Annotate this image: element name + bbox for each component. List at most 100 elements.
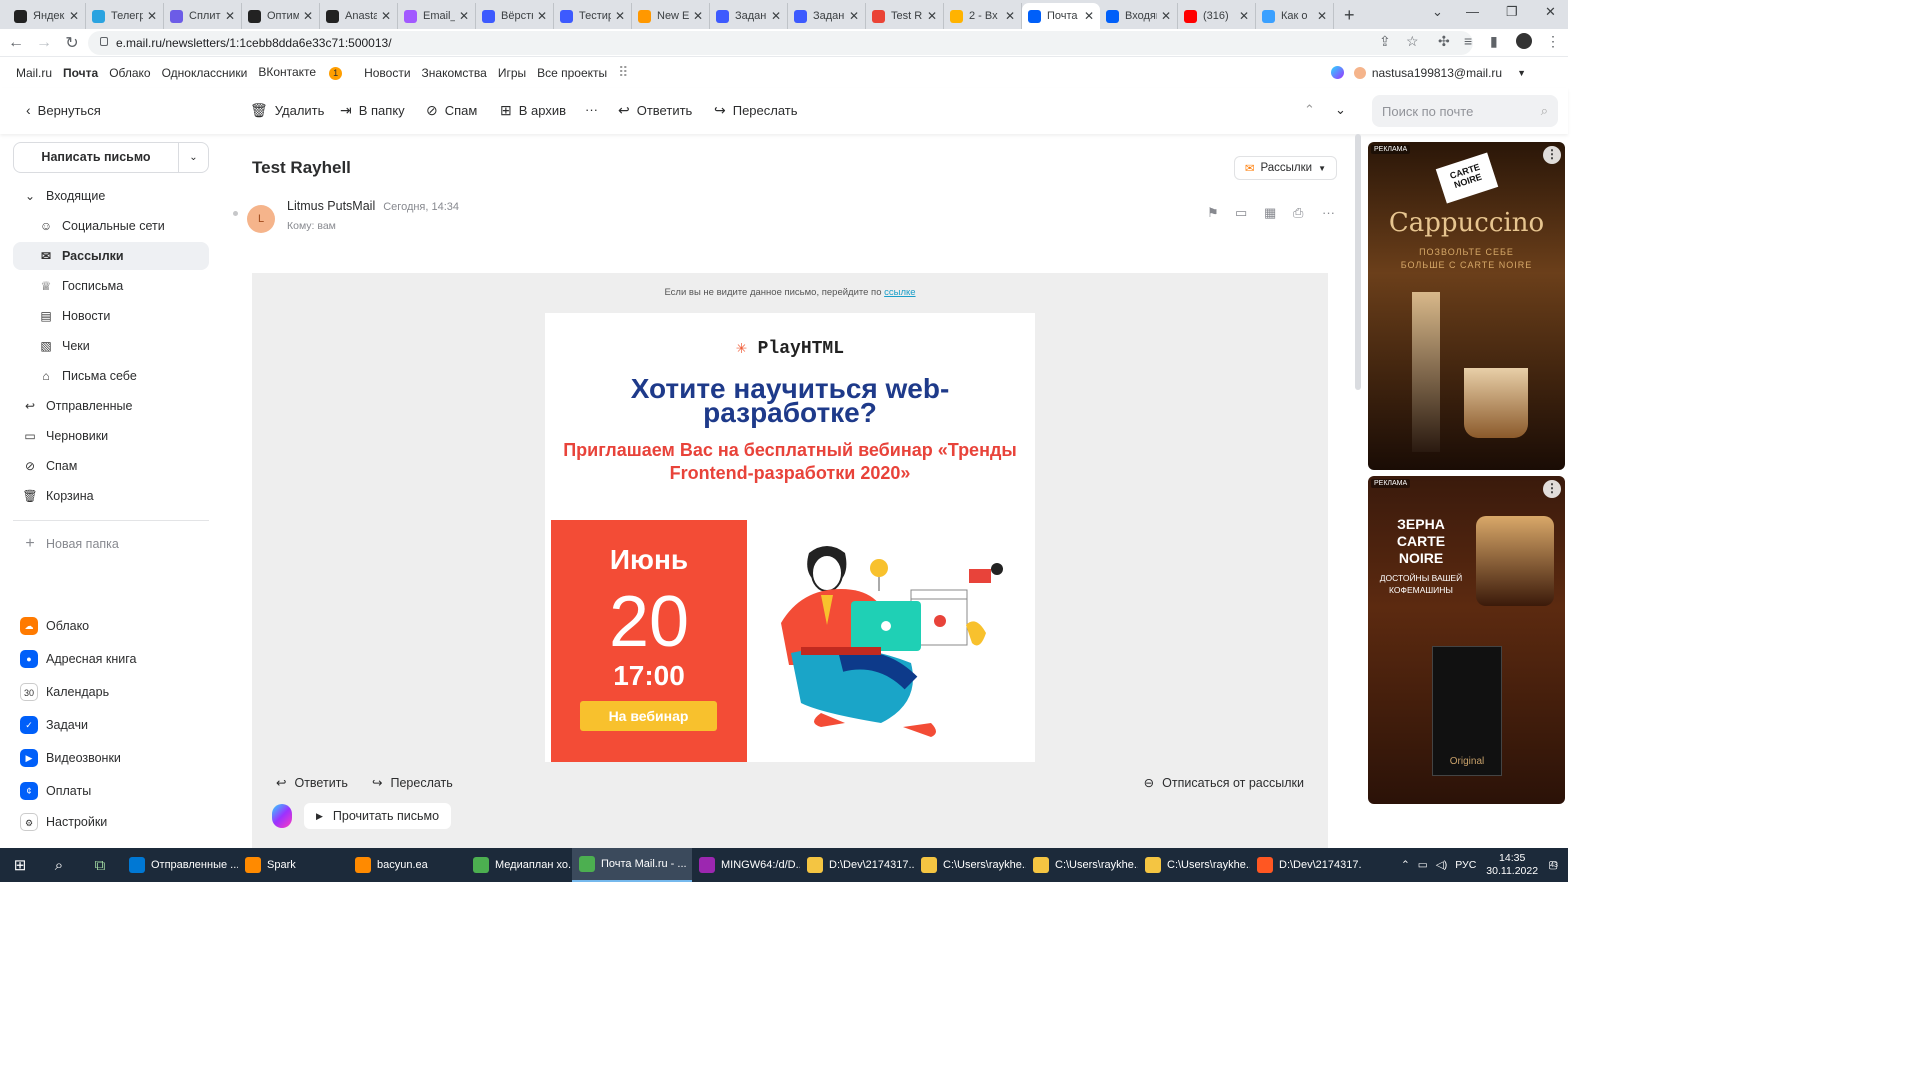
tab-close-icon[interactable]: ✕ [537, 9, 547, 23]
app-link[interactable]: ● Адресная книга [20, 647, 136, 671]
app-link[interactable]: ✓ Задачи [20, 713, 88, 737]
browser-tab[interactable]: Входящие ✕ [1100, 3, 1178, 29]
browser-tab[interactable]: (316) ✕ [1178, 3, 1256, 29]
tab-close-icon[interactable]: ✕ [771, 9, 781, 23]
category-button[interactable]: ✉ Рассылки ▼ [1233, 156, 1337, 180]
next-message-icon[interactable]: ⌄ [1335, 102, 1346, 118]
volume-icon[interactable]: ◁) [1436, 859, 1448, 871]
notifications-icon[interactable]: ▢ 43 [1548, 859, 1558, 871]
portal-link-vk[interactable]: ВКонтакте 1 [258, 65, 353, 80]
taskbar-item[interactable]: C:\Users\raykhe... [914, 848, 1026, 882]
portal-link-news[interactable]: Новости [364, 66, 410, 80]
close-window-icon[interactable]: ✕ [1545, 4, 1556, 20]
search-input[interactable]: Поиск по почте ⌕ [1372, 95, 1558, 127]
app-link[interactable]: ☁ Облако [20, 614, 89, 638]
media-icon[interactable]: ≡ [1464, 33, 1472, 49]
browser-tab[interactable]: Оптимизация ✕ [242, 3, 320, 29]
browser-tab[interactable]: Телеграм ✕ [86, 3, 164, 29]
tab-close-icon[interactable]: ✕ [927, 9, 937, 23]
tab-close-icon[interactable]: ✕ [849, 9, 859, 23]
app-link[interactable]: 30 Календарь [20, 680, 109, 704]
browser-tab[interactable]: 2 - Вх ✕ [944, 3, 1022, 29]
app-link[interactable]: ⚙ Настройки [20, 810, 107, 834]
tab-close-icon[interactable]: ✕ [1161, 9, 1171, 23]
app-link[interactable]: ¢ Оплаты [20, 779, 91, 803]
webinar-cta-button[interactable]: На вебинар [580, 701, 717, 731]
new-tab-button[interactable]: + [1334, 5, 1365, 29]
browser-tab[interactable]: Задание ✕ [788, 3, 866, 29]
browser-tab[interactable]: Вёрстка ✕ [476, 3, 554, 29]
portal-link-games[interactable]: Игры [498, 66, 526, 80]
sender-avatar[interactable]: L [247, 205, 275, 233]
compose-dropdown-icon[interactable]: ⌄ [179, 152, 208, 163]
bookmark-star-icon[interactable]: ☆ [1406, 33, 1419, 50]
task-view-icon[interactable]: ⧉ [78, 857, 122, 874]
portal-link-ok[interactable]: Одноклассники [162, 66, 248, 80]
maximize-icon[interactable]: ❐ [1506, 4, 1518, 20]
taskbar-item[interactable]: C:\Users\raykhe... [1138, 848, 1250, 882]
ad-cappuccino[interactable]: РЕКЛАМА ⋮ CARTE NOIRE Cappuccino ПОЗВОЛЬ… [1368, 142, 1565, 470]
taskbar-item[interactable]: MINGW64:/d/D... [692, 848, 800, 882]
tab-close-icon[interactable]: ✕ [381, 9, 391, 23]
portal-link-cloud[interactable]: Облако [109, 66, 150, 80]
network-icon[interactable]: ▭ [1418, 859, 1428, 871]
compose-button[interactable]: Написать письмо [14, 142, 179, 173]
taskbar-item[interactable]: Почта Mail.ru - ... [572, 848, 692, 882]
move-to-folder-button[interactable]: ⇥ В папку [340, 102, 405, 119]
taskbar-item[interactable]: Spark [238, 848, 348, 882]
browser-tab[interactable]: Как о ✕ [1256, 3, 1334, 29]
calendar-icon[interactable]: ▦ [1264, 205, 1276, 221]
taskbar-item[interactable]: Медиаплан хо... [466, 848, 572, 882]
taskbar-item[interactable]: bacyun.ea [348, 848, 466, 882]
url-field[interactable]: e.mail.ru/newsletters/1:1cebb8dda6e33c71… [88, 31, 1473, 55]
bookmark-icon[interactable]: ⚑ [1207, 205, 1219, 221]
tab-close-icon[interactable]: ✕ [69, 9, 79, 23]
folder-item[interactable]: ▤ Новости [13, 302, 209, 330]
folder-item[interactable]: ♕ Госписьма [13, 272, 209, 300]
profile-avatar[interactable] [1516, 33, 1532, 49]
footer-reply-button[interactable]: ↩ Ответить [276, 775, 348, 791]
tab-close-icon[interactable]: ✕ [459, 9, 469, 23]
taskbar-item[interactable]: D:\Dev\2174317... [1250, 848, 1362, 882]
forward-button[interactable]: ↪ Переслать [714, 102, 798, 119]
tab-close-icon[interactable]: ✕ [1005, 9, 1015, 23]
reply-button[interactable]: ↩ Ответить [618, 102, 692, 119]
browser-tab[interactable]: Задание ✕ [710, 3, 788, 29]
preheader-link[interactable]: ссылке [884, 287, 915, 298]
folder-item[interactable]: ⌂ Письма себе [13, 362, 209, 390]
portal-link-mailru[interactable]: Mail.ru [16, 66, 52, 80]
folder-item[interactable]: ⊘ Спам [13, 452, 209, 480]
tab-close-icon[interactable]: ✕ [225, 9, 235, 23]
portal-link-all[interactable]: Все проекты [537, 66, 607, 80]
assistant-orb-icon[interactable] [1330, 66, 1344, 79]
folder-item[interactable]: ✉ Рассылки [13, 242, 209, 270]
folder-item[interactable]: 🗑 Корзина [13, 482, 209, 510]
browser-menu-icon[interactable]: ⋮ [1546, 33, 1560, 50]
browser-tab[interactable]: Сплит ✕ [164, 3, 242, 29]
app-link[interactable]: ▶ Видеозвонки [20, 746, 121, 770]
share-icon[interactable]: ⇪ [1379, 33, 1391, 50]
folder-item[interactable]: ⌄ Входящие [13, 182, 209, 210]
tab-close-icon[interactable]: ✕ [615, 9, 625, 23]
sidepanel-icon[interactable]: ▮ [1490, 33, 1498, 50]
spam-button[interactable]: ⊘ Спам [426, 102, 477, 119]
more-actions-icon[interactable]: ··· [1322, 205, 1335, 220]
folder-item[interactable]: ↩ Отправленные [13, 392, 209, 420]
archive-button[interactable]: ⊞ В архив [500, 102, 566, 119]
footer-forward-button[interactable]: ↪ Переслать [372, 775, 453, 791]
language-indicator[interactable]: РУС [1455, 859, 1476, 871]
unread-dot[interactable] [233, 211, 238, 216]
taskbar-item[interactable]: C:\Users\raykhe... [1026, 848, 1138, 882]
sender-name[interactable]: Litmus PutsMail [287, 199, 375, 213]
browser-tab[interactable]: Тестирование ✕ [554, 3, 632, 29]
tab-close-icon[interactable]: ✕ [693, 9, 703, 23]
ad-coffee-beans[interactable]: РЕКЛАМА ⋮ ЗЕРНА CARTE NOIRE ДОСТОЙНЫ ВАШ… [1368, 476, 1565, 804]
windows-start-icon[interactable]: ⊞ [0, 856, 40, 874]
browser-tab[interactable]: New E ✕ [632, 3, 710, 29]
browser-tab[interactable]: Anastasia ✕ [320, 3, 398, 29]
taskbar-item[interactable]: Отправленные ... [122, 848, 238, 882]
back-button[interactable]: ‹ Вернуться [26, 102, 101, 118]
new-folder-button[interactable]: + Новая папка [22, 530, 218, 558]
portal-link-dating[interactable]: Знакомства [422, 66, 487, 80]
more-button[interactable]: ··· [585, 102, 598, 117]
